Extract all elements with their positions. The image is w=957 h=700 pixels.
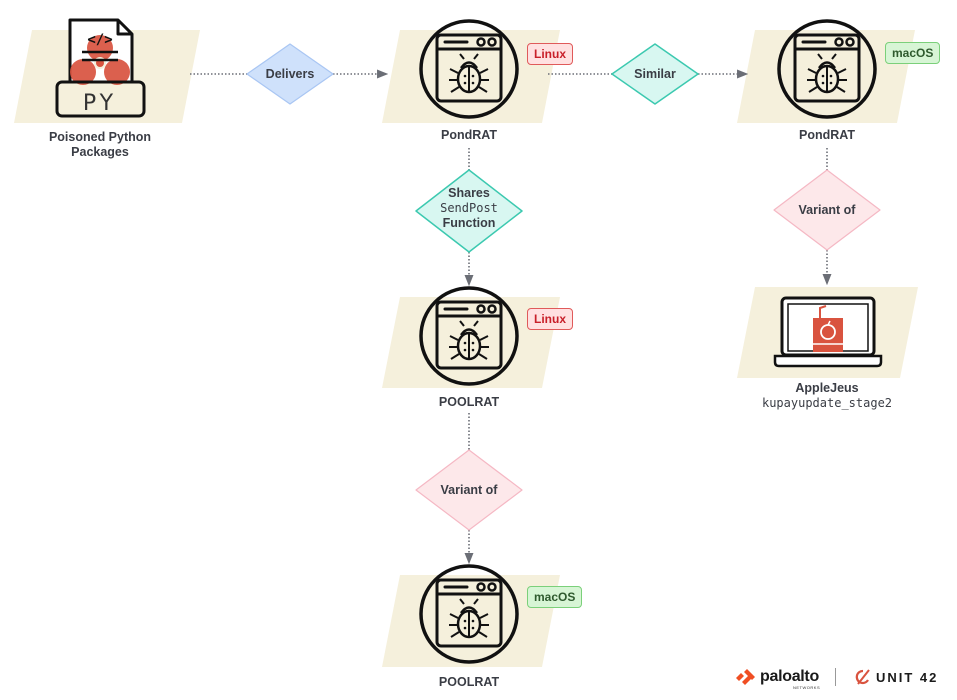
footer-logos: paloalto NETWORKS UNIT 42 <box>735 668 938 690</box>
paloalto-wordmark: paloalto <box>760 668 819 685</box>
relation-label-shares: Shares SendPost Function <box>424 186 514 231</box>
os-badge-linux: Linux <box>527 43 573 65</box>
node-label-pondrat-linux: PondRAT <box>440 128 497 142</box>
node-label-poolrat-linux: POOLRAT <box>438 395 500 409</box>
shares-function-name: SendPost <box>440 201 498 215</box>
svg-text:</>: </> <box>87 32 112 48</box>
os-badge-macos: macOS <box>885 42 941 64</box>
applejeus-name: AppleJeus <box>795 381 859 395</box>
diagram-canvas: </> PY <box>14 18 918 667</box>
os-badge-macos: macOS <box>527 586 583 608</box>
node-label-poisoned-packages: Poisoned Python Packages <box>30 130 170 160</box>
os-badge-linux: Linux <box>527 308 573 330</box>
paloalto-logo: paloalto NETWORKS <box>735 668 820 690</box>
relation-label-variant-right: Variant of <box>798 203 856 217</box>
node-label-applejeus: AppleJeus kupayupdate_stage2 <box>737 381 917 411</box>
label-line-1: Poisoned Python <box>48 130 152 144</box>
shares-line-1: Shares <box>448 186 490 200</box>
shares-line-3: Function <box>442 216 496 230</box>
node-label-poolrat-macos: POOLRAT <box>438 675 500 689</box>
svg-text:PY: PY <box>83 91 117 116</box>
unit42-wordmark: UNIT 42 <box>875 669 939 685</box>
relation-label-delivers: Delivers <box>265 67 315 81</box>
label-line-2: Packages <box>71 145 129 159</box>
node-label-pondrat-macos: PondRAT <box>798 128 855 142</box>
unit42-emblem-icon <box>855 669 870 685</box>
unit42-logo: UNIT 42 <box>854 669 938 685</box>
paloalto-subtext: NETWORKS <box>793 685 821 690</box>
relation-label-similar: Similar <box>634 67 676 81</box>
paloalto-chevrons-icon <box>736 669 755 685</box>
applejeus-sublabel: kupayupdate_stage2 <box>761 396 893 410</box>
laptop-juicebox-icon <box>773 296 883 368</box>
relation-label-variant-center: Variant of <box>440 483 498 497</box>
logo-divider <box>834 668 836 686</box>
